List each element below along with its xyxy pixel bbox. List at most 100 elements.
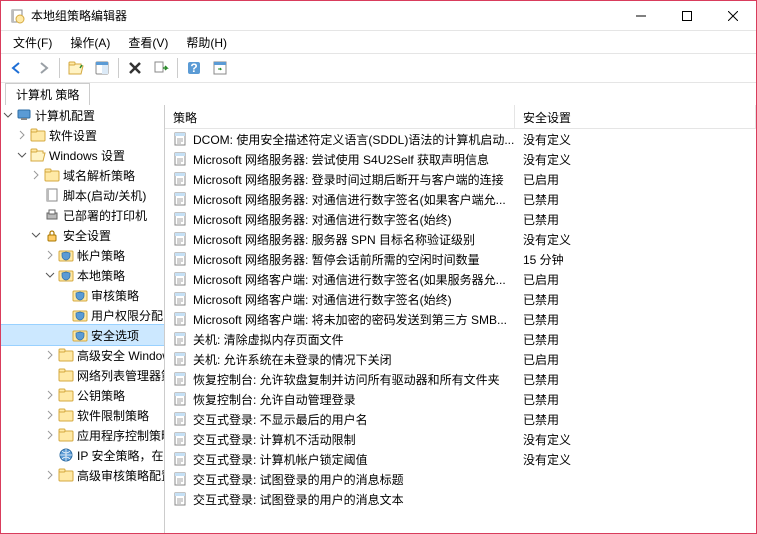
window-title: 本地组策略编辑器 — [31, 7, 618, 24]
tree-public-key[interactable]: 公钥策略 — [1, 385, 164, 405]
list-item[interactable]: Microsoft 网络客户端: 对通信进行数字签名(如果服务器允...已启用 — [165, 269, 756, 289]
tree-network-list[interactable]: 网络列表管理器策略 — [1, 365, 164, 385]
column-header-setting[interactable]: 安全设置 — [515, 105, 756, 128]
policy-item-icon — [173, 191, 189, 207]
expand-icon[interactable] — [29, 168, 43, 182]
policy-item-icon — [173, 331, 189, 347]
list-item[interactable]: Microsoft 网络客户端: 对通信进行数字签名(始终)已禁用 — [165, 289, 756, 309]
tab-computer-policy[interactable]: 计算机 策略 — [5, 83, 90, 105]
policy-item-icon — [173, 251, 189, 267]
tree-scripts[interactable]: 脚本(启动/关机) — [1, 185, 164, 205]
tree-ipsec[interactable]: IP 安全策略，在 本地计算机 — [1, 445, 164, 465]
tree-user-rights[interactable]: 用户权限分配 — [1, 305, 164, 325]
preview-button[interactable] — [208, 56, 232, 80]
expand-icon[interactable] — [43, 468, 57, 482]
tree-audit-policy[interactable]: 审核策略 — [1, 285, 164, 305]
expand-icon[interactable] — [15, 128, 29, 142]
list-item[interactable]: 关机: 清除虚拟内存页面文件已禁用 — [165, 329, 756, 349]
list-item[interactable]: Microsoft 网络服务器: 暂停会话前所需的空闲时间数量 15 分钟 — [165, 249, 756, 269]
close-button[interactable] — [710, 1, 756, 31]
svg-text:?: ? — [190, 61, 197, 75]
list-item[interactable]: 恢复控制台: 允许软盘复制并访问所有驱动器和所有文件夹已禁用 — [165, 369, 756, 389]
policy-setting: 已禁用 — [515, 371, 756, 388]
list-item[interactable]: Microsoft 网络服务器: 尝试使用 S4U2Self 获取声明信息没有定… — [165, 149, 756, 169]
list-item[interactable]: 交互式登录: 不显示最后的用户名已禁用 — [165, 409, 756, 429]
expand-icon[interactable] — [43, 408, 57, 422]
list-item[interactable]: 交互式登录: 试图登录的用户的消息文本 — [165, 489, 756, 509]
policy-folder-icon — [58, 267, 74, 283]
policy-folder-icon — [58, 247, 74, 263]
list-item[interactable]: Microsoft 网络服务器: 服务器 SPN 目标名称验证级别没有定义 — [165, 229, 756, 249]
list-item[interactable]: 关机: 允许系统在未登录的情况下关闭已启用 — [165, 349, 756, 369]
expand-icon[interactable] — [43, 388, 57, 402]
policy-name: Microsoft 网络客户端: 对通信进行数字签名(如果服务器允... — [193, 271, 506, 288]
help-button[interactable]: ? — [182, 56, 206, 80]
collapse-icon[interactable] — [15, 148, 29, 162]
tree-printers[interactable]: 已部署的打印机 — [1, 205, 164, 225]
collapse-icon[interactable] — [43, 268, 57, 282]
tree-software-restriction[interactable]: 软件限制策略 — [1, 405, 164, 425]
folder-icon — [58, 367, 74, 383]
tree-wfas[interactable]: 高级安全 Windows Defender 防火墙 — [1, 345, 164, 365]
collapse-icon[interactable] — [29, 228, 43, 242]
policy-setting: 没有定义 — [515, 131, 756, 148]
policy-item-icon — [173, 271, 189, 287]
list-item[interactable]: Microsoft 网络服务器: 对通信进行数字签名(如果客户端允...已禁用 — [165, 189, 756, 209]
expand-icon[interactable] — [43, 248, 57, 262]
policy-name: 恢复控制台: 允许自动管理登录 — [193, 391, 356, 408]
up-button[interactable] — [64, 56, 88, 80]
policy-setting: 已禁用 — [515, 211, 756, 228]
forward-button[interactable] — [31, 56, 55, 80]
policy-setting: 没有定义 — [515, 451, 756, 468]
minimize-button[interactable] — [618, 1, 664, 31]
column-header-policy[interactable]: 策略 — [165, 105, 515, 128]
expand-icon[interactable] — [43, 428, 57, 442]
policy-item-icon — [173, 231, 189, 247]
maximize-button[interactable] — [664, 1, 710, 31]
tree-local-policies[interactable]: 本地策略 — [1, 265, 164, 285]
policy-setting: 已启用 — [515, 171, 756, 188]
policy-name: Microsoft 网络客户端: 将未加密的密码发送到第三方 SMB... — [193, 311, 507, 328]
menu-file[interactable]: 文件(F) — [5, 32, 60, 53]
tree-account-policies[interactable]: 帐户策略 — [1, 245, 164, 265]
tree-computer-config[interactable]: 计算机配置 — [1, 105, 164, 125]
policy-item-icon — [173, 471, 189, 487]
list-item[interactable]: 交互式登录: 计算机帐户锁定阈值没有定义 — [165, 449, 756, 469]
list-item[interactable]: Microsoft 网络服务器: 登录时间过期后断开与客户端的连接已启用 — [165, 169, 756, 189]
expand-icon[interactable] — [43, 348, 57, 362]
tree-software-settings[interactable]: 软件设置 — [1, 125, 164, 145]
tree-dns-policy[interactable]: 域名解析策略 — [1, 165, 164, 185]
folder-icon — [58, 407, 74, 423]
menu-view[interactable]: 查看(V) — [120, 32, 176, 53]
separator — [59, 58, 60, 78]
policy-setting: 15 分钟 — [515, 251, 756, 268]
app-icon — [9, 8, 25, 24]
export-button[interactable] — [149, 56, 173, 80]
tree-app-control[interactable]: 应用程序控制策略 — [1, 425, 164, 445]
lock-icon — [44, 227, 60, 243]
list-item[interactable]: 恢复控制台: 允许自动管理登录已禁用 — [165, 389, 756, 409]
collapse-icon[interactable] — [1, 108, 15, 122]
list-item[interactable]: DCOM: 使用安全描述符定义语言(SDDL)语法的计算机启动...没有定义 — [165, 129, 756, 149]
policy-name: Microsoft 网络服务器: 暂停会话前所需的空闲时间数量 — [193, 251, 480, 268]
list-item[interactable]: Microsoft 网络客户端: 将未加密的密码发送到第三方 SMB...已禁用 — [165, 309, 756, 329]
delete-button[interactable] — [123, 56, 147, 80]
tree-security-settings[interactable]: 安全设置 — [1, 225, 164, 245]
policy-setting: 已禁用 — [515, 331, 756, 348]
show-hide-tree-button[interactable] — [90, 56, 114, 80]
list-item[interactable]: Microsoft 网络服务器: 对通信进行数字签名(始终)已禁用 — [165, 209, 756, 229]
menu-action[interactable]: 操作(A) — [62, 32, 118, 53]
list-item[interactable]: 交互式登录: 计算机不活动限制没有定义 — [165, 429, 756, 449]
back-button[interactable] — [5, 56, 29, 80]
tree-windows-settings[interactable]: Windows 设置 — [1, 145, 164, 165]
list-pane[interactable]: 策略 安全设置 DCOM: 使用安全描述符定义语言(SDDL)语法的计算机启动.… — [165, 105, 756, 533]
list-item[interactable]: 交互式登录: 试图登录的用户的消息标题 — [165, 469, 756, 489]
policy-item-icon — [173, 411, 189, 427]
tree-security-options[interactable]: 安全选项 — [1, 325, 164, 345]
separator — [118, 58, 119, 78]
tree-adv-audit[interactable]: 高级审核策略配置 — [1, 465, 164, 485]
policy-name: Microsoft 网络客户端: 对通信进行数字签名(始终) — [193, 291, 452, 308]
menu-help[interactable]: 帮助(H) — [178, 32, 235, 53]
policy-name: 关机: 允许系统在未登录的情况下关闭 — [193, 351, 392, 368]
tree-pane[interactable]: 计算机配置 软件设置 Windows 设置 — [1, 105, 165, 533]
